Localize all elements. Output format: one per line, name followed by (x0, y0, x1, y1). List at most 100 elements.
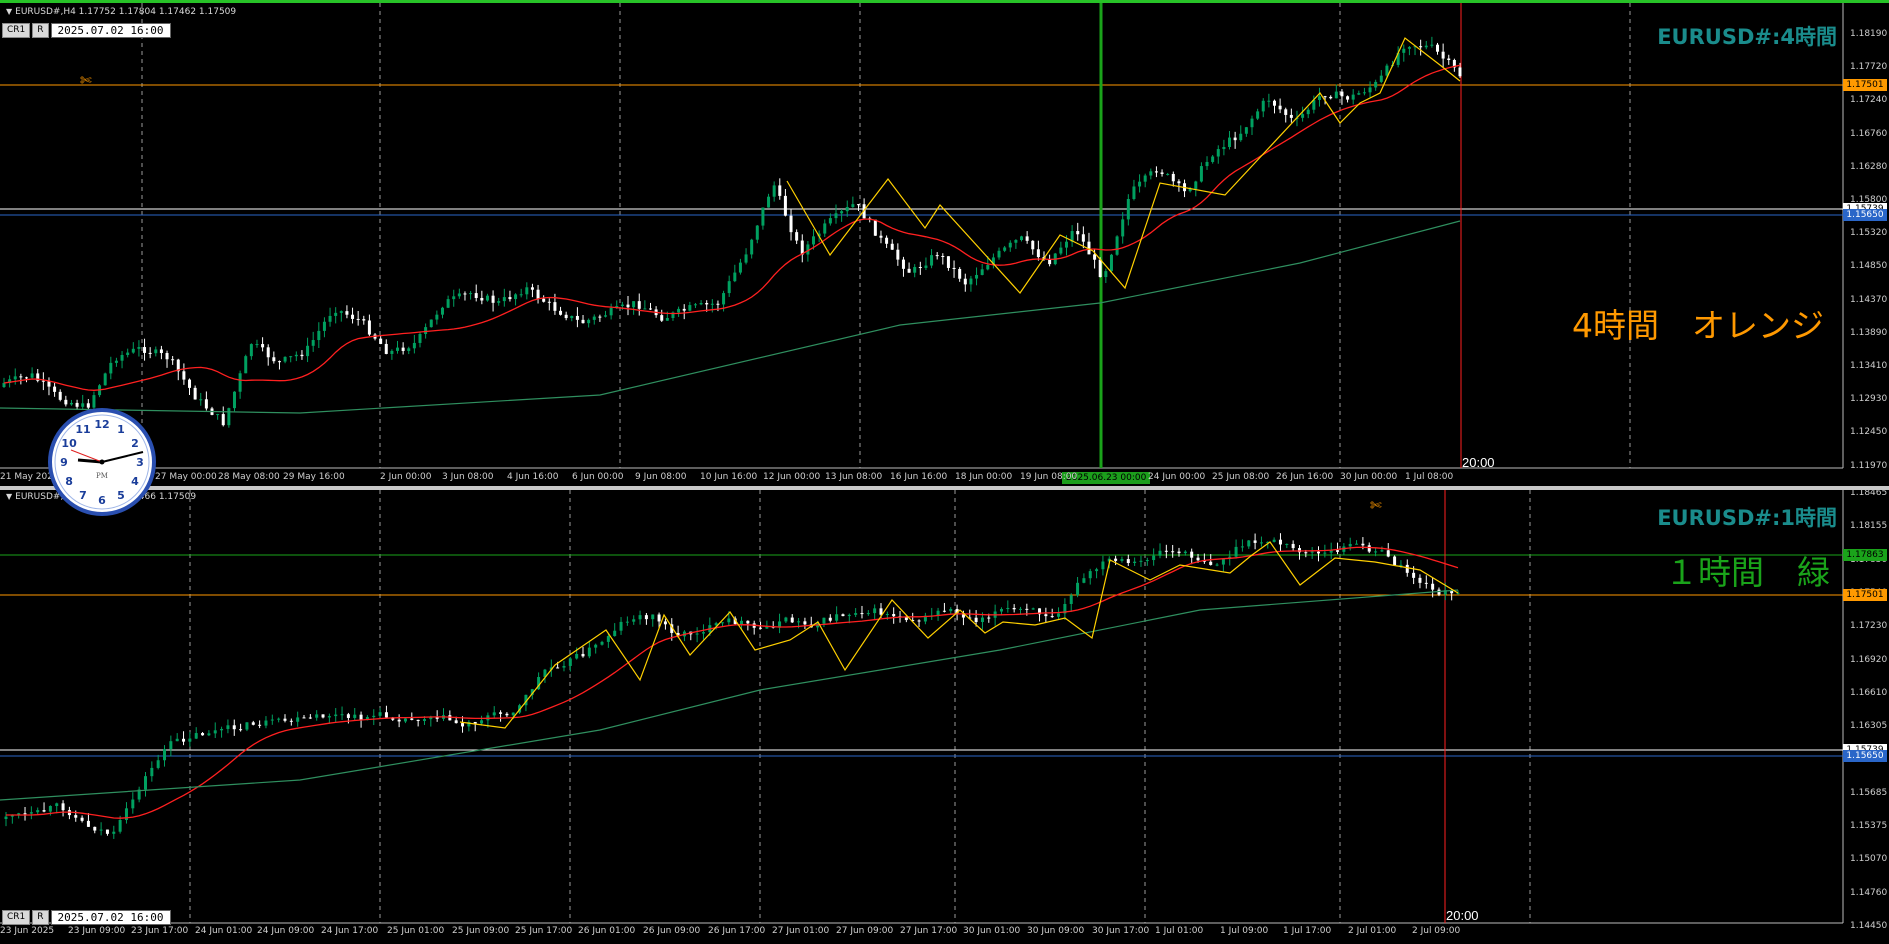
candle-body (1317, 551, 1321, 554)
candle-body (1323, 96, 1327, 98)
clock-number: 1 (117, 423, 125, 436)
y-tick-label: 1.18155 (1850, 521, 1888, 532)
candle-body (105, 829, 109, 834)
candle-body (1306, 109, 1310, 115)
x-tick-label: 25 Jun 08:00 (1212, 472, 1270, 482)
candle-body (131, 348, 135, 353)
candle-body (784, 617, 788, 622)
candle-body (581, 653, 585, 657)
candle-body (885, 237, 889, 244)
h4-chart-canvas[interactable]: ✄ (0, 3, 1889, 486)
candle-body (907, 268, 911, 273)
candle-body (1355, 543, 1359, 545)
candle-body (562, 665, 566, 668)
candle-body (277, 718, 281, 720)
candle-body (165, 353, 169, 360)
analog-clock-widget[interactable]: 12 1 2 3 4 5 6 7 8 9 10 11 PM (48, 408, 156, 516)
candle-body (626, 304, 630, 308)
candle-body (720, 622, 724, 624)
candle-body (963, 278, 967, 285)
h1-chart-pane[interactable]: ✄ ▼EURUSD#,H1 1.17752 1.17466 1.17509 CR… (0, 490, 1889, 944)
r-badge[interactable]: R (32, 23, 49, 38)
candle-body (227, 408, 231, 426)
candle-body (1126, 559, 1130, 564)
candle-body (1329, 96, 1333, 99)
candle-body (334, 714, 338, 717)
candle-body (930, 255, 934, 266)
candle-body (873, 608, 877, 614)
candle-body (1304, 552, 1308, 554)
candle-body (651, 614, 655, 620)
candle-body (412, 342, 416, 349)
x-tick-label: 23 Jun 09:00 (68, 926, 126, 936)
candle-body (789, 215, 793, 233)
x-tick-label: 24 Jun 00:00 (1148, 472, 1206, 482)
candle-body (1008, 242, 1012, 248)
candle-body (410, 718, 414, 720)
candle-body (1018, 608, 1022, 610)
x-tick-label: 3 Jun 08:00 (442, 472, 494, 482)
candle-body (1253, 540, 1257, 543)
candle-body (727, 618, 731, 623)
fib-tool-icon: ✄ (80, 73, 92, 89)
h4-chart-pane[interactable]: ✄ ▼ EURUSD#,H4 1.17752 1.17804 1.17462 1.… (0, 0, 1889, 486)
clock-center (99, 459, 105, 465)
collapse-triangle-icon[interactable]: ▼ (6, 492, 12, 501)
clock-number: 2 (131, 437, 139, 450)
y-tick-label: 1.15685 (1850, 787, 1888, 798)
candle-body (1272, 539, 1276, 542)
candle-body (1216, 149, 1220, 157)
candle-body (1323, 552, 1327, 554)
fib-tool-icon: ✄ (1370, 498, 1382, 514)
sma-short-line (3, 64, 1461, 391)
candle-body (367, 320, 371, 335)
candle-body (232, 725, 236, 730)
candle-body (1412, 572, 1416, 578)
cr1-badge[interactable]: CR1 (2, 910, 31, 925)
cr1-badge[interactable]: CR1 (2, 23, 31, 38)
candle-body (126, 352, 130, 355)
candle-body (188, 738, 192, 742)
candle-body (99, 829, 103, 831)
price-tag: 1.17501 (1843, 79, 1887, 91)
candle-body (24, 377, 28, 379)
candle-body (270, 719, 274, 721)
candle-body (733, 272, 737, 282)
candle-body (1291, 543, 1295, 549)
collapse-triangle-icon[interactable]: ▼ (6, 7, 12, 16)
candle-body (193, 387, 197, 400)
candle-body (797, 621, 801, 623)
candle-body (422, 719, 426, 721)
candle-body (632, 301, 636, 308)
candle-body (1368, 87, 1372, 93)
r-badge[interactable]: R (32, 910, 49, 925)
candle-body (232, 391, 236, 409)
candle-body (896, 249, 900, 260)
h1-chart-canvas[interactable]: ✄ (0, 490, 1889, 944)
candle-body (823, 223, 827, 234)
candle-body (47, 381, 51, 387)
candle-body (19, 376, 23, 378)
h1-end-label: 20:00 (1446, 908, 1479, 923)
candle-body (695, 633, 699, 635)
candle-body (221, 414, 225, 426)
candle-body (283, 718, 287, 721)
candle-body (74, 815, 78, 818)
candle-body (75, 402, 79, 407)
candle-body (1424, 45, 1428, 48)
candle-body (941, 255, 945, 257)
candle-body (435, 314, 439, 320)
candle-body (803, 621, 807, 625)
candle-body (828, 617, 832, 621)
candle-body (372, 715, 376, 718)
candle-body (716, 303, 720, 305)
candle-body (1132, 186, 1136, 200)
candle-body (41, 380, 45, 382)
zigzag-line (786, 37, 1461, 294)
x-tick-label: 27 Jun 09:00 (836, 926, 894, 936)
candle-body (581, 319, 585, 324)
candle-body (1064, 241, 1068, 248)
candle-body (987, 617, 991, 619)
candle-body (1215, 564, 1219, 566)
candle-body (86, 820, 90, 827)
